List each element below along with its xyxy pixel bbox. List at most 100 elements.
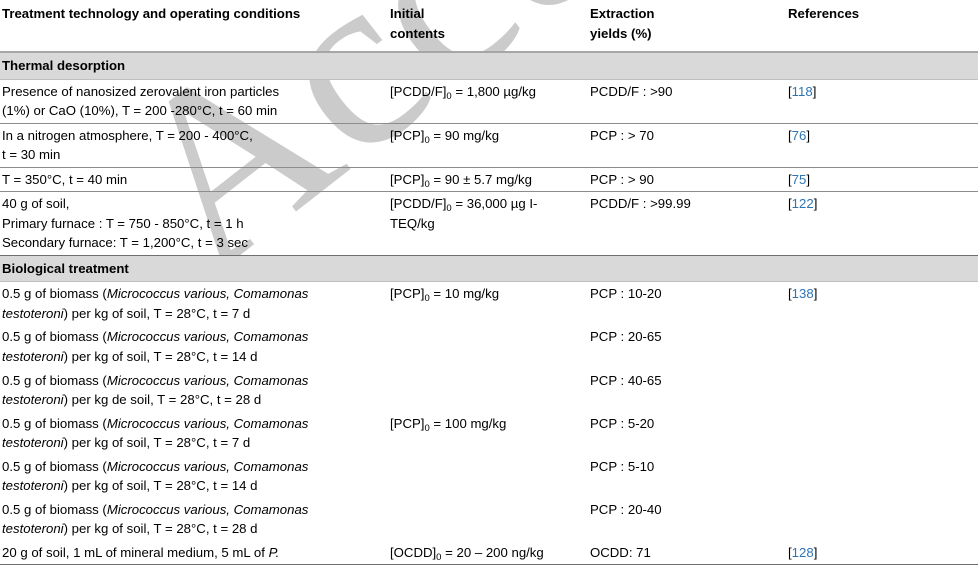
cell-initial-contents: [OCDD]0 = 20 – 200 ng/kg bbox=[388, 540, 588, 566]
section-header-row: Thermal desorption bbox=[0, 52, 978, 80]
cell-initial-contents bbox=[388, 369, 588, 412]
cell-line: testoteroni) per kg de soil, T = 28°C, t… bbox=[2, 392, 262, 408]
cell-initial-contents bbox=[388, 325, 588, 368]
table-row: In a nitrogen atmosphere, T = 200 - 400°… bbox=[0, 123, 978, 168]
cell-line: PCP : 5-20 bbox=[590, 415, 655, 431]
section-title-text: Thermal desorption bbox=[2, 58, 126, 74]
column-header-treatment: Treatment technology and operating condi… bbox=[0, 0, 388, 54]
reference-citation[interactable]: [76] bbox=[788, 128, 810, 143]
cell-extraction-yields: PCP : 5-20 bbox=[588, 412, 786, 455]
cell-extraction-yields: PCP : 10-20 bbox=[588, 282, 786, 326]
table-container: Treatment technology and operating condi… bbox=[0, 0, 978, 566]
cell-line: testoteroni) per kg of soil, T = 28°C, t… bbox=[2, 478, 258, 494]
section-title-text: Biological treatment bbox=[2, 260, 129, 276]
cell-line: [PCP]0 = 90 mg/kg bbox=[390, 127, 500, 146]
column-header-references: References bbox=[786, 0, 978, 54]
cell-line: PCP : 5-10 bbox=[590, 458, 655, 474]
cell-reference bbox=[786, 455, 978, 498]
cell-line: 0.5 g of biomass (Micrococcus various, C… bbox=[2, 372, 309, 388]
reference-citation[interactable]: [138] bbox=[788, 286, 817, 301]
cell-line: OCDD: 71 bbox=[590, 544, 651, 560]
cell-line: TEQ/kg bbox=[390, 215, 435, 231]
reference-citation[interactable]: [75] bbox=[788, 172, 810, 187]
cell-reference bbox=[786, 369, 978, 412]
table-row: 0.5 g of biomass (Micrococcus various, C… bbox=[0, 325, 978, 368]
cell-line: T = 350°C, t = 40 min bbox=[2, 171, 128, 187]
table-head: Treatment technology and operating condi… bbox=[0, 0, 978, 54]
cell-extraction-yields: PCP : > 70 bbox=[588, 123, 786, 168]
table-row: 0.5 g of biomass (Micrococcus various, C… bbox=[0, 369, 978, 412]
cell-line: Presence of nanosized zerovalent iron pa… bbox=[2, 83, 280, 99]
cell-line: testoteroni) per kg of soil, T = 28°C, t… bbox=[2, 521, 258, 537]
cell-line: PCDD/F : >90 bbox=[590, 83, 673, 99]
cell-line: PCDD/F : >99.99 bbox=[590, 196, 691, 212]
reference-number[interactable]: 122 bbox=[792, 196, 814, 211]
cell-reference bbox=[786, 498, 978, 541]
cell-line: 0.5 g of biomass (Micrococcus various, C… bbox=[2, 329, 309, 345]
table-row: 0.5 g of biomass (Micrococcus various, C… bbox=[0, 498, 978, 541]
cell-treatment: 0.5 g of biomass (Micrococcus various, C… bbox=[0, 369, 388, 412]
cell-initial-contents bbox=[388, 455, 588, 498]
cell-extraction-yields: OCDD: 71 bbox=[588, 540, 786, 566]
cell-reference bbox=[786, 325, 978, 368]
table-body: Thermal desorption Presence of nanosized … bbox=[0, 52, 978, 566]
cell-line: 40 g of soil, bbox=[2, 196, 70, 212]
cell-line: PCP : 10-20 bbox=[590, 286, 662, 302]
table-row: 0.5 g of biomass (Micrococcus various, C… bbox=[0, 455, 978, 498]
cell-treatment: In a nitrogen atmosphere, T = 200 - 400°… bbox=[0, 123, 388, 168]
cell-line: testoteroni) per kg of soil, T = 28°C, t… bbox=[2, 305, 251, 321]
cell-line: 20 g of soil, 1 mL of mineral medium, 5 … bbox=[2, 544, 280, 560]
cell-line: PCP : 20-40 bbox=[590, 501, 662, 517]
cell-line: [PCP]0 = 10 mg/kg bbox=[390, 286, 500, 305]
header-line: Initial bbox=[390, 6, 425, 21]
table-header-row: Treatment technology and operating condi… bbox=[0, 0, 978, 54]
reference-citation[interactable]: [128] bbox=[788, 545, 817, 560]
cell-line: testoteroni) per kg of soil, T = 28°C, t… bbox=[2, 348, 258, 364]
header-line: References bbox=[788, 6, 860, 21]
cell-extraction-yields: PCP : > 90 bbox=[588, 167, 786, 193]
cell-treatment: T = 350°C, t = 40 min bbox=[0, 167, 388, 193]
cell-reference: [122] bbox=[786, 191, 978, 256]
cell-line: [PCDD/F]0 = 1,800 µg/kg bbox=[390, 83, 536, 102]
table-row: 20 g of soil, 1 mL of mineral medium, 5 … bbox=[0, 540, 978, 566]
cell-line: [PCDD/F]0 = 36,000 µg I- bbox=[390, 196, 538, 215]
cell-line: 0.5 g of biomass (Micrococcus various, C… bbox=[2, 415, 309, 431]
cell-line: PCP : 20-65 bbox=[590, 329, 662, 345]
cell-reference: [76] bbox=[786, 123, 978, 168]
treatment-technology-table: Treatment technology and operating condi… bbox=[0, 0, 978, 566]
cell-treatment: Presence of nanosized zerovalent iron pa… bbox=[0, 79, 388, 124]
cell-reference bbox=[786, 412, 978, 455]
cell-initial-contents bbox=[388, 498, 588, 541]
cell-initial-contents: [PCP]0 = 10 mg/kg bbox=[388, 282, 588, 326]
cell-extraction-yields: PCP : 20-65 bbox=[588, 325, 786, 368]
reference-number[interactable]: 76 bbox=[792, 128, 807, 143]
reference-number[interactable]: 118 bbox=[792, 84, 813, 99]
cell-treatment: 40 g of soil, Primary furnace : T = 750 -… bbox=[0, 191, 388, 256]
cell-treatment: 0.5 g of biomass (Micrococcus various, C… bbox=[0, 325, 388, 368]
cell-line: 0.5 g of biomass (Micrococcus various, C… bbox=[2, 501, 309, 517]
cell-line: PCP : > 90 bbox=[590, 171, 654, 187]
cell-extraction-yields: PCDD/F : >99.99 bbox=[588, 191, 786, 256]
cell-line: PCP : > 70 bbox=[590, 127, 654, 143]
cell-extraction-yields: PCP : 20-40 bbox=[588, 498, 786, 541]
cell-line: PCP : 40-65 bbox=[590, 372, 662, 388]
cell-line: testoteroni) per kg of soil, T = 28°C, t… bbox=[2, 435, 251, 451]
cell-treatment: 0.5 g of biomass (Micrococcus various, C… bbox=[0, 282, 388, 326]
cell-initial-contents: [PCP]0 = 90 mg/kg bbox=[388, 123, 588, 168]
cell-line: Secondary furnace: T = 1,200°C, t = 3 se… bbox=[2, 235, 248, 251]
reference-citation[interactable]: [122] bbox=[788, 196, 817, 211]
cell-line: t = 30 min bbox=[2, 147, 61, 163]
reference-number[interactable]: 75 bbox=[792, 172, 807, 187]
cell-line: [OCDD]0 = 20 – 200 ng/kg bbox=[390, 544, 544, 563]
cell-line: (1%) or CaO (10%), T = 200 -280°C, t = 6… bbox=[2, 103, 278, 119]
table-row: Presence of nanosized zerovalent iron pa… bbox=[0, 79, 978, 124]
cell-line: 0.5 g of biomass (Micrococcus various, C… bbox=[2, 458, 309, 474]
reference-citation[interactable]: [118] bbox=[788, 84, 816, 99]
section-title: Biological treatment bbox=[0, 255, 978, 283]
cell-reference: [118] bbox=[786, 79, 978, 124]
reference-number[interactable]: 128 bbox=[792, 545, 814, 560]
reference-number[interactable]: 138 bbox=[792, 286, 814, 301]
cell-line: 0.5 g of biomass (Micrococcus various, C… bbox=[2, 286, 309, 302]
cell-line: [PCP]0 = 90 ± 5.7 mg/kg bbox=[390, 171, 532, 190]
cell-treatment: 0.5 g of biomass (Micrococcus various, C… bbox=[0, 412, 388, 455]
